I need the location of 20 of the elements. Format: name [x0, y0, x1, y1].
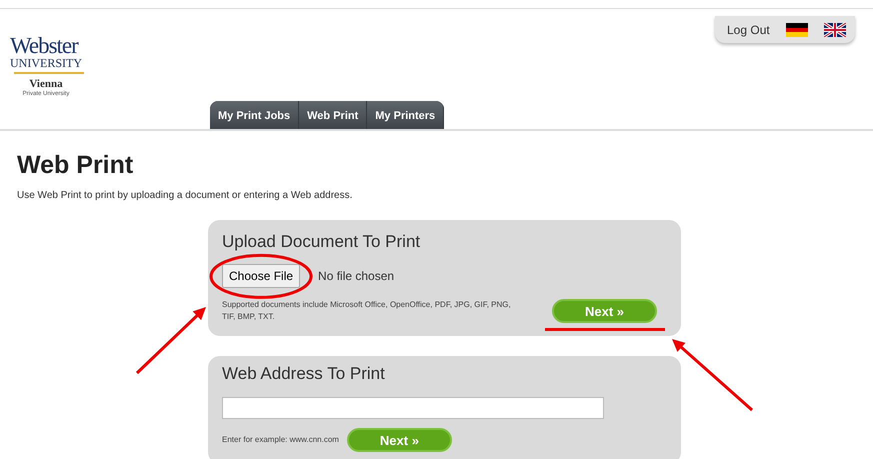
- annotation-arrow: [136, 307, 206, 374]
- supported-note: Supported documents include Microsoft Office, OpenOffice, PDF, JPG, GIF, PNG, TIF, BMP, TXT.: [222, 299, 512, 324]
- page-description: Use Web Print to print by uploading a document or entering a Web address.: [17, 189, 352, 203]
- file-status: No file chosen: [318, 268, 394, 286]
- example-hint: Enter for example: www.cnn.com: [222, 434, 339, 446]
- panel-title: Upload Document To Print: [222, 232, 422, 252]
- logo-subtitle: UNIVERSITY: [10, 57, 83, 70]
- flag-icon[interactable]: [786, 22, 808, 36]
- campus-name: Vienna: [28, 78, 64, 90]
- url-field[interactable]: [222, 397, 604, 420]
- panel-title: Web Address To Print: [222, 364, 386, 384]
- choose-file-button[interactable]: Choose File: [222, 264, 300, 288]
- nav-tab[interactable]: My Print Jobs: [210, 101, 300, 129]
- logo-rule: [14, 72, 84, 74]
- page-title: Web Print: [17, 150, 134, 180]
- flag-icon[interactable]: [824, 22, 846, 36]
- nav-tab[interactable]: My Printers: [367, 101, 444, 129]
- nav-tab[interactable]: Web Print: [299, 101, 368, 129]
- logo-text: Webster: [10, 34, 80, 57]
- logout-link[interactable]: Log Out: [727, 20, 770, 38]
